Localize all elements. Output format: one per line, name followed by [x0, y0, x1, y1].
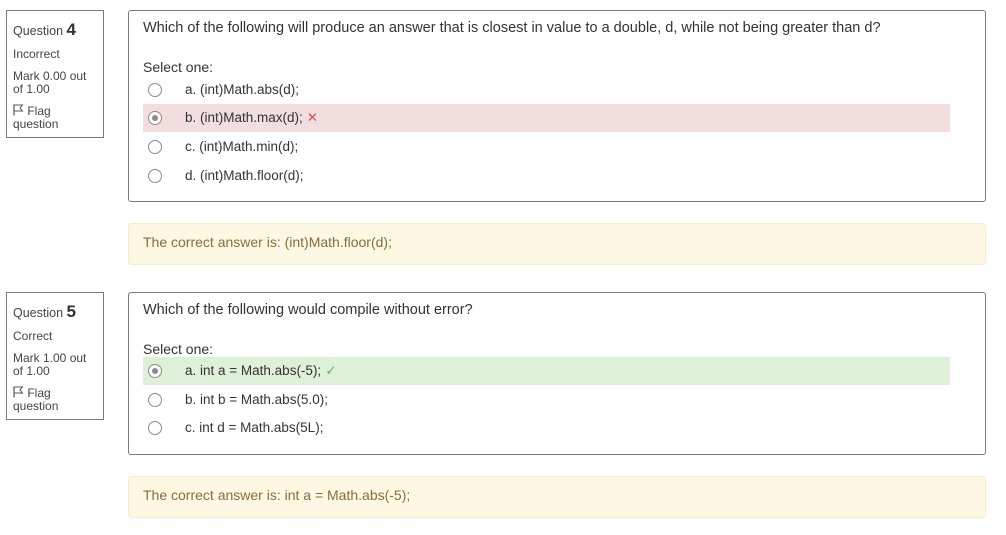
question-number: Question 4 — [13, 20, 97, 40]
answer-label: c. int d = Math.abs(5L); — [185, 420, 324, 435]
answer-option-d[interactable]: d. (int)Math.floor(d); — [143, 162, 950, 190]
question-state: Incorrect — [13, 47, 60, 61]
question-state: Correct — [13, 329, 53, 343]
radio-button-selected[interactable] — [148, 111, 162, 125]
cross-icon: ✕ — [306, 110, 319, 125]
question-content: Which of the following will produce an a… — [128, 10, 986, 202]
question-info: Question 4 Incorrect Mark 0.00 out of 1.… — [6, 10, 104, 138]
correct-answer-feedback: The correct answer is: int a = Math.abs(… — [128, 476, 986, 518]
question-number-value: 5 — [66, 302, 76, 321]
answer-label: a. (int)Math.abs(d); — [185, 82, 300, 97]
feedback-text: The correct answer is: int a = Math.abs(… — [143, 487, 411, 503]
question-text: Which of the following would compile wit… — [143, 302, 473, 318]
answer-label: b. int b = Math.abs(5.0); — [185, 392, 328, 407]
flag-icon — [13, 104, 24, 116]
question-number-label: Question — [13, 24, 64, 38]
question-grade: Mark 0.00 out of 1.00 — [13, 69, 87, 96]
question-info: Question 5 Correct Mark 1.00 out of 1.00… — [6, 292, 104, 420]
question-grade: Mark 1.00 out of 1.00 — [13, 351, 87, 378]
question-number: Question 5 — [13, 302, 97, 322]
radio-button-selected[interactable] — [148, 364, 162, 378]
correct-answer-feedback: The correct answer is: (int)Math.floor(d… — [128, 223, 986, 265]
select-one-prompt: Select one: — [143, 341, 214, 357]
radio-button[interactable] — [148, 393, 162, 407]
radio-button[interactable] — [148, 83, 162, 97]
flag-icon — [13, 386, 24, 398]
answer-label: b. (int)Math.max(d); ✕ — [185, 110, 319, 125]
flag-question-link[interactable]: Flag question — [13, 386, 97, 413]
answer-option-b[interactable]: b. int b = Math.abs(5.0); — [143, 386, 950, 414]
question-number-value: 4 — [66, 20, 76, 39]
radio-button[interactable] — [148, 421, 162, 435]
answer-label: d. (int)Math.floor(d); — [185, 168, 304, 183]
answer-label: a. int a = Math.abs(-5); ✓ — [185, 363, 337, 378]
select-one-prompt: Select one: — [143, 59, 214, 75]
answer-option-a[interactable]: a. int a = Math.abs(-5); ✓ — [143, 357, 950, 385]
answer-option-b[interactable]: b. (int)Math.max(d); ✕ — [143, 104, 950, 132]
answer-option-a[interactable]: a. (int)Math.abs(d); — [143, 76, 950, 104]
radio-button[interactable] — [148, 140, 162, 154]
radio-button[interactable] — [148, 169, 162, 183]
question-text: Which of the following will produce an a… — [143, 20, 881, 36]
answer-option-c[interactable]: c. (int)Math.min(d); — [143, 133, 950, 161]
answer-option-c[interactable]: c. int d = Math.abs(5L); — [143, 414, 950, 442]
question-content: Which of the following would compile wit… — [128, 292, 986, 455]
flag-question-link[interactable]: Flag question — [13, 104, 97, 131]
question-number-label: Question — [13, 306, 64, 320]
feedback-text: The correct answer is: (int)Math.floor(d… — [143, 234, 392, 250]
check-icon: ✓ — [325, 363, 337, 378]
answer-label: c. (int)Math.min(d); — [185, 139, 299, 154]
